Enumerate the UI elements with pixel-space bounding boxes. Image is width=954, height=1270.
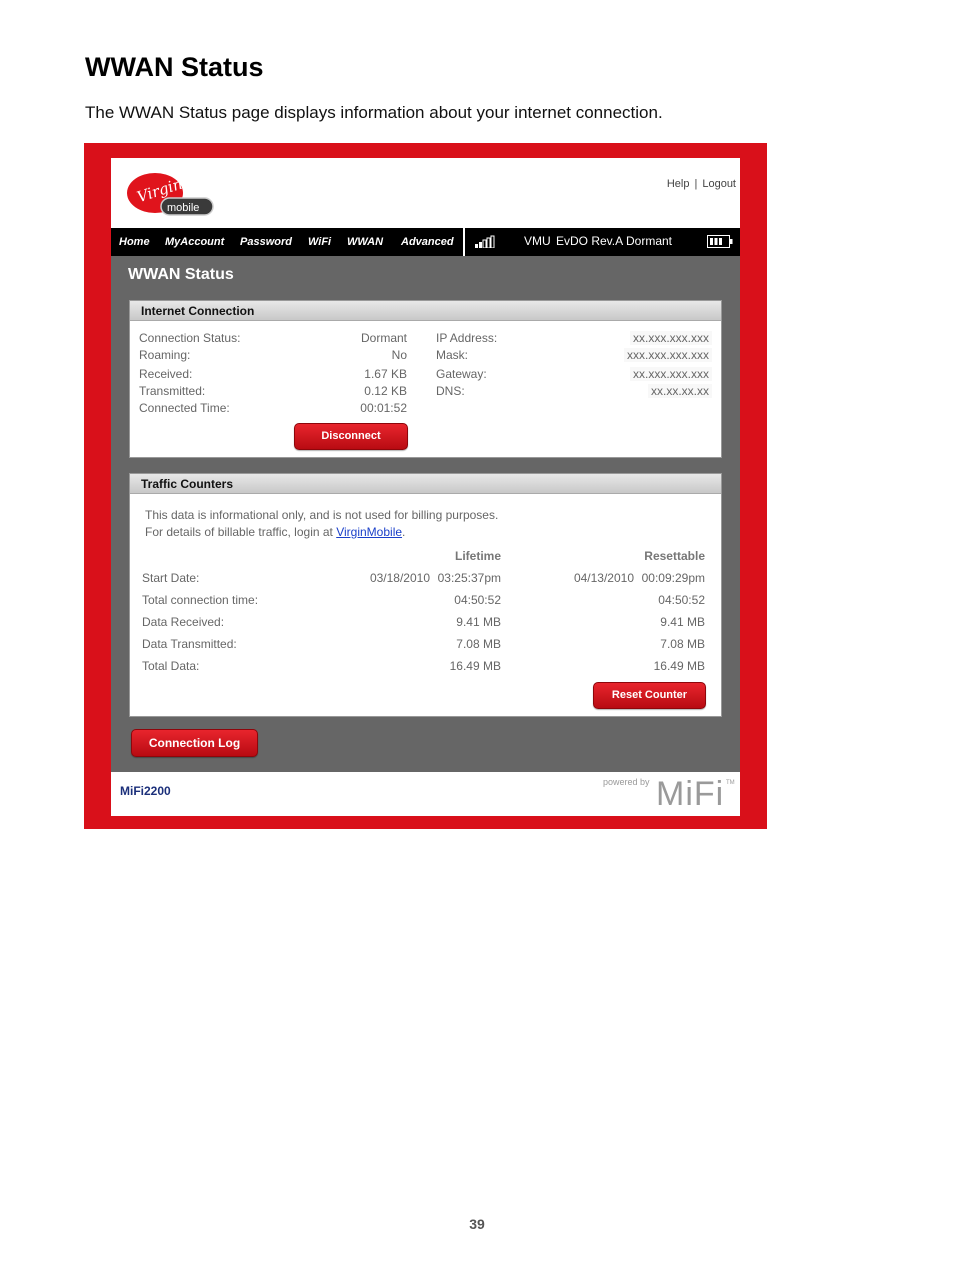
- traffic-counters-panel: Traffic Counters This data is informatio…: [129, 473, 722, 717]
- ip-address-value: xx.xxx.xxx.xxx: [629, 331, 712, 345]
- link-separator: |: [694, 178, 698, 190]
- start-date-lifetime-time: 03:25:37pm: [437, 571, 501, 585]
- start-date-label: Start Date:: [142, 571, 200, 585]
- transmitted-value: 0.12 KB: [364, 384, 407, 398]
- total-connection-time-lifetime: 04:50:52: [454, 593, 501, 607]
- mask-label: Mask:: [436, 348, 469, 362]
- nav-item-wifi[interactable]: WiFi: [308, 236, 331, 248]
- connection-log-button[interactable]: Connection Log: [131, 729, 258, 757]
- lifetime-column-header: Lifetime: [454, 549, 501, 563]
- received-value: 1.67 KB: [364, 367, 407, 381]
- battery-icon: [707, 235, 733, 248]
- total-data-label: Total Data:: [142, 659, 200, 673]
- page-number: 39: [469, 1216, 485, 1232]
- roaming-value: No: [391, 348, 407, 362]
- start-date-resettable-time: 00:09:29pm: [641, 571, 705, 585]
- gateway-value: xx.xxx.xxx.xxx: [629, 367, 712, 381]
- internet-connection-panel: Internet Connection Connection Status: D…: [129, 300, 722, 458]
- received-label: Received:: [139, 367, 193, 381]
- page-title: WWAN Status: [128, 266, 234, 283]
- start-date-resettable-date: 04/13/2010: [573, 571, 634, 585]
- logo-mobile-text: mobile: [167, 202, 199, 214]
- nav-item-home[interactable]: Home: [119, 236, 150, 248]
- billing-note-line2: For details of billable traffic, login a…: [145, 525, 405, 539]
- traffic-counters-header: Traffic Counters: [130, 474, 721, 494]
- dns-value: xx.xx.xx.xx: [647, 384, 712, 398]
- data-received-resettable: 9.41 MB: [660, 615, 705, 629]
- page-footer: MiFi2200 powered by MiFi TM: [111, 772, 740, 816]
- dns-label: DNS:: [436, 384, 465, 398]
- device-model: MiFi2200: [120, 784, 171, 798]
- data-received-lifetime: 9.41 MB: [456, 615, 501, 629]
- data-transmitted-label: Data Transmitted:: [142, 637, 237, 651]
- main-content: WWAN Status Internet Connection Connecti…: [111, 256, 740, 772]
- connection-state-status: Dormant: [626, 234, 673, 248]
- connected-time-value: 00:01:52: [360, 401, 407, 415]
- nav-item-advanced[interactable]: Advanced: [401, 236, 454, 248]
- billing-note-line1: This data is informational only, and is …: [145, 508, 499, 522]
- connection-status-label: Connection Status:: [139, 331, 241, 345]
- mifi-logo-text: MiFi: [656, 775, 724, 811]
- document-intro: The WWAN Status page displays informatio…: [85, 103, 663, 122]
- reset-counter-button[interactable]: Reset Counter: [593, 682, 706, 709]
- nav-divider: [463, 228, 465, 256]
- roaming-label: Roaming:: [139, 348, 191, 362]
- transmitted-label: Transmitted:: [139, 384, 206, 398]
- router-admin-page: Virgin mobile Help | Logout Home MyAccount…: [111, 158, 740, 816]
- total-data-lifetime: 16.49 MB: [449, 659, 501, 673]
- powered-by-text: powered by: [603, 777, 650, 787]
- data-transmitted-resettable: 7.08 MB: [660, 637, 705, 651]
- resettable-column-header: Resettable: [644, 549, 705, 563]
- screenshot-frame: Virgin mobile Help | Logout Home MyAccount…: [84, 143, 767, 829]
- main-navigation: Home MyAccount Password WiFi WWAN Advanc…: [111, 228, 740, 256]
- nav-item-myaccount[interactable]: MyAccount: [165, 236, 224, 248]
- signal-strength-icon: [475, 235, 495, 248]
- document-heading: WWAN Status: [85, 52, 264, 82]
- data-received-label: Data Received:: [142, 615, 225, 629]
- nav-item-password[interactable]: Password: [240, 236, 292, 248]
- help-link[interactable]: Help: [667, 178, 690, 190]
- gateway-label: Gateway:: [436, 367, 487, 381]
- connected-time-label: Connected Time:: [139, 401, 230, 415]
- billing-note-suffix: .: [402, 525, 406, 539]
- total-connection-time-resettable: 04:50:52: [658, 593, 705, 607]
- start-date-lifetime-date: 03/18/2010: [369, 571, 430, 585]
- billing-note-prefix: For details of billable traffic, login a…: [145, 525, 337, 539]
- virgin-mobile-logo: Virgin mobile: [127, 173, 214, 216]
- technology-status: EvDO Rev.A: [556, 234, 624, 248]
- mifi-logo: MiFi TM: [656, 775, 735, 811]
- total-data-resettable: 16.49 MB: [653, 659, 705, 673]
- nav-item-wwan[interactable]: WWAN: [347, 236, 383, 248]
- carrier-status: VMU: [524, 234, 551, 248]
- ip-address-label: IP Address:: [436, 331, 498, 345]
- total-connection-time-label: Total connection time:: [142, 593, 259, 607]
- mask-value: xxx.xxx.xxx.xxx: [623, 348, 712, 362]
- virginmobile-link[interactable]: VirginMobile: [336, 525, 402, 539]
- data-transmitted-lifetime: 7.08 MB: [456, 637, 501, 651]
- internet-connection-header: Internet Connection: [130, 301, 721, 321]
- logout-link[interactable]: Logout: [702, 178, 736, 190]
- top-links: Help | Logout: [667, 178, 736, 190]
- page-header: Virgin mobile Help | Logout: [111, 158, 740, 228]
- connection-status-value: Dormant: [360, 331, 407, 345]
- disconnect-button[interactable]: Disconnect: [294, 423, 408, 450]
- mifi-trademark: TM: [726, 780, 735, 786]
